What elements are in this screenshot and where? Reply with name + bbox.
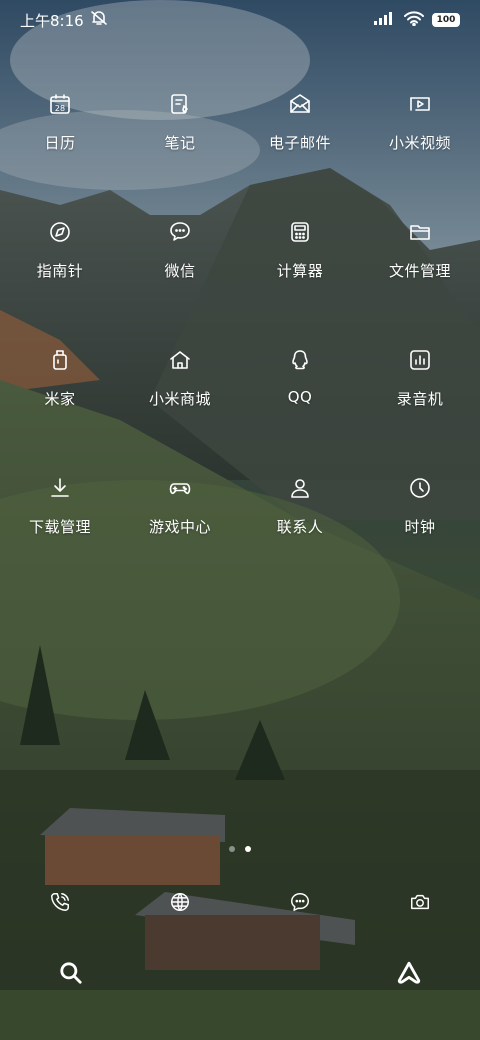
page-dot-1[interactable] xyxy=(229,846,235,852)
app-label: 米家 xyxy=(44,390,76,408)
battery-indicator: 100 xyxy=(432,13,460,27)
dock xyxy=(0,886,480,918)
app-wechat[interactable]: 微信 xyxy=(120,216,240,294)
clock-time: 上午8:16 xyxy=(20,11,84,30)
app-notes[interactable]: 笔记 xyxy=(120,88,240,166)
app-mi-store[interactable]: 小米商城 xyxy=(120,344,240,422)
gamepad-icon xyxy=(164,472,196,504)
download-icon xyxy=(44,472,76,504)
camera-icon[interactable] xyxy=(404,886,436,918)
status-bar: 上午8:16 100 xyxy=(0,0,480,40)
assistant-icon[interactable] xyxy=(396,960,422,1000)
app-email[interactable]: 电子邮件 xyxy=(240,88,360,166)
app-label: 文件管理 xyxy=(388,262,451,280)
wifi-icon xyxy=(404,10,424,30)
app-compass[interactable]: 指南针 xyxy=(0,216,120,294)
calculator-icon xyxy=(284,216,316,248)
folder-icon xyxy=(404,216,436,248)
calendar-day: 28 xyxy=(55,104,65,113)
app-file-manager[interactable]: 文件管理 xyxy=(360,216,480,294)
app-qq[interactable]: QQ xyxy=(240,344,360,422)
notes-icon xyxy=(164,88,196,120)
app-label: 计算器 xyxy=(276,262,324,280)
bottom-bar xyxy=(0,960,480,1000)
app-label: 联系人 xyxy=(276,518,324,536)
app-game-center[interactable]: 游戏中心 xyxy=(120,472,240,550)
signal-icon xyxy=(374,11,396,29)
app-mi-video[interactable]: 小米视频 xyxy=(360,88,480,166)
app-label: 微信 xyxy=(164,262,196,280)
app-label: 录音机 xyxy=(396,390,444,408)
app-label: 指南针 xyxy=(36,262,84,280)
app-label: 时钟 xyxy=(404,518,436,536)
page-dot-2[interactable] xyxy=(245,846,251,852)
app-mijia[interactable]: 米家 xyxy=(0,344,120,422)
app-label: 小米商城 xyxy=(148,390,211,408)
messages-icon[interactable] xyxy=(284,886,316,918)
app-label: 游戏中心 xyxy=(148,518,211,536)
app-calculator[interactable]: 计算器 xyxy=(240,216,360,294)
notifications-muted-icon xyxy=(90,10,108,30)
app-download-manager[interactable]: 下载管理 xyxy=(0,472,120,550)
compass-icon xyxy=(44,216,76,248)
app-clock[interactable]: 时钟 xyxy=(360,472,480,550)
wechat-icon xyxy=(164,216,196,248)
app-label: 下载管理 xyxy=(28,518,91,536)
app-label: 电子邮件 xyxy=(268,134,331,152)
email-icon xyxy=(284,88,316,120)
qq-icon xyxy=(284,344,316,376)
video-icon xyxy=(404,88,436,120)
recorder-icon xyxy=(404,344,436,376)
app-label: 日历 xyxy=(44,134,76,152)
app-calendar[interactable]: 28 日历 xyxy=(0,88,120,166)
app-label: 笔记 xyxy=(164,134,196,152)
app-contacts[interactable]: 联系人 xyxy=(240,472,360,550)
clock-icon xyxy=(404,472,436,504)
store-icon xyxy=(164,344,196,376)
contacts-icon xyxy=(284,472,316,504)
page-indicator xyxy=(0,846,480,852)
app-recorder[interactable]: 录音机 xyxy=(360,344,480,422)
app-grid: 28 日历 笔记 电子邮件 小米视频 指南针 微信 计算器 文件管理 米家 小米… xyxy=(0,88,480,550)
app-label: QQ xyxy=(287,388,313,406)
mijia-icon xyxy=(44,344,76,376)
calendar-icon: 28 xyxy=(44,88,76,120)
app-label: 小米视频 xyxy=(388,134,451,152)
browser-icon[interactable] xyxy=(164,886,196,918)
phone-icon[interactable] xyxy=(44,886,76,918)
search-icon[interactable] xyxy=(58,960,84,1000)
